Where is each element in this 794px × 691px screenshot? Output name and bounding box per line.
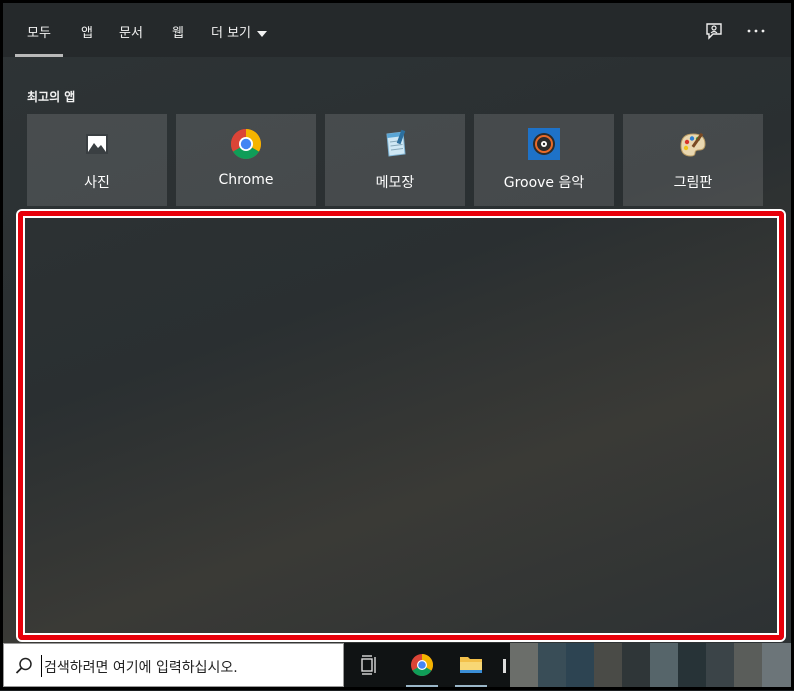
folder-icon [460,657,482,673]
notepad-icon [386,129,406,157]
app-tile-label: Chrome [218,172,274,188]
app-tile-paint[interactable]: 그림판 [623,114,763,206]
highlight-box [18,211,784,640]
task-view-button[interactable] [349,643,393,687]
app-tile-notepad[interactable]: 메모장 [325,114,465,206]
paint-icon [680,132,706,157]
tab-web[interactable]: 웹 [172,22,184,56]
app-tile-label: Groove 음악 [503,175,585,191]
taskbar-chrome[interactable] [400,643,444,687]
taskbar: 검색하려면 여기에 입력하십시오. [3,643,791,687]
app-icon-partial [503,659,506,673]
chrome-icon [230,129,262,160]
tab-apps[interactable]: 앱 [81,22,93,56]
groove-music-icon [528,128,560,160]
tab-documents[interactable]: 문서 [119,22,143,56]
app-tile-photos[interactable]: 사진 [27,114,167,206]
app-tile-label: 메모장 [375,175,415,191]
taskbar-file-explorer[interactable] [449,643,493,687]
app-tile-groove-music[interactable]: Groove 음악 [474,114,614,206]
taskbar-item-partial[interactable] [499,643,509,687]
chevron-down-icon [257,30,268,37]
chrome-icon [411,654,433,676]
app-tile-chrome[interactable]: Chrome [176,114,316,206]
search-placeholder: 검색하려면 여기에 입력하십시오. [44,660,238,676]
search-icon [15,657,32,674]
search-scope-bar: 모두 앱 문서 웹 더 보기 [3,3,791,57]
tab-more-label: 더 보기 [211,26,252,41]
feedback-icon[interactable] [703,20,725,42]
tab-all[interactable]: 모두 [15,22,63,57]
search-input[interactable]: 검색하려면 여기에 입력하십시오. [3,643,344,687]
search-panel: 모두 앱 문서 웹 더 보기 최고의 앱 사진 Chrome 메모장 Groov… [3,3,791,643]
tab-more[interactable]: 더 보기 [211,22,268,56]
photos-icon [86,134,108,154]
text-cursor [41,655,42,677]
app-tile-label: 그림판 [673,175,713,191]
more-options-icon[interactable] [745,20,767,42]
app-tile-label: 사진 [84,175,110,191]
top-apps-heading: 최고의 앱 [27,90,76,104]
task-view-icon [361,655,376,675]
